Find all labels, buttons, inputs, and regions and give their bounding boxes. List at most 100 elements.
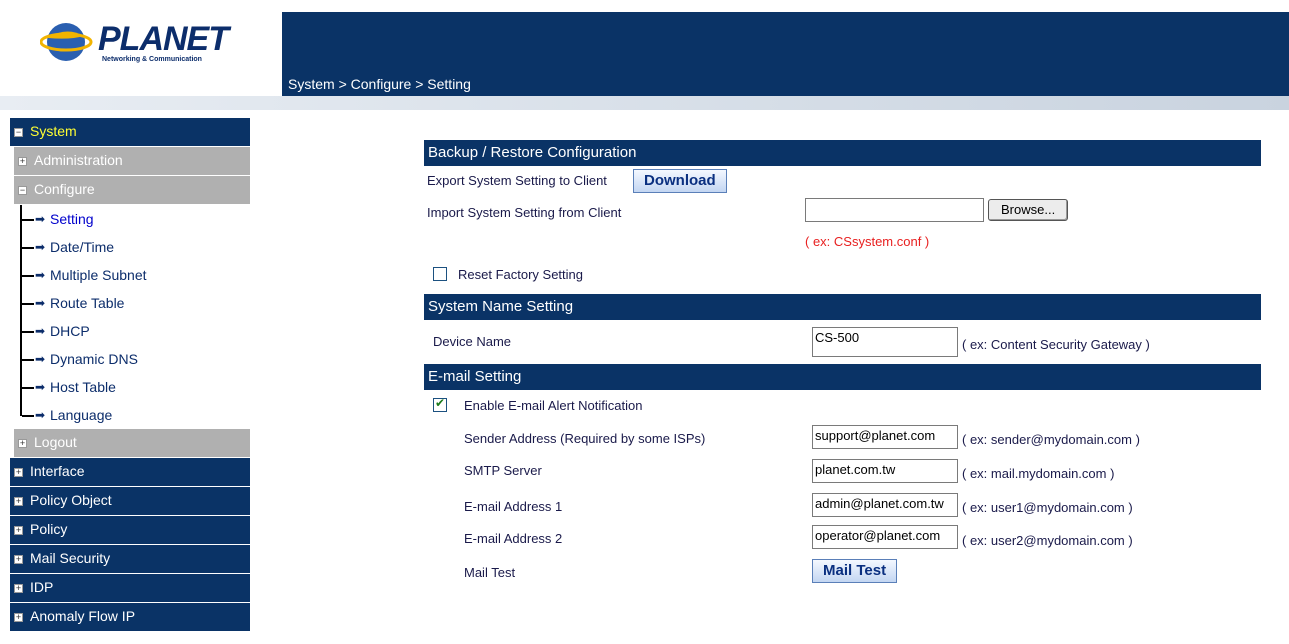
sidebar-subitem-language[interactable]: ➡ Language <box>10 401 250 429</box>
expand-icon: + <box>14 467 23 477</box>
device-name-label: Device Name <box>433 334 512 349</box>
sidebar-item-configure[interactable]: − Configure <box>14 176 250 205</box>
logo-tagline: Networking & Communication <box>102 56 202 63</box>
sidebar-subitem-label: DHCP <box>50 323 90 339</box>
smtp-row: SMTP Server planet.com.tw ( ex: mail.myd… <box>424 456 1261 490</box>
export-label: Export System Setting to Client <box>427 173 607 188</box>
sidebar-subitem-label: Setting <box>50 211 94 227</box>
import-example-hint: ( ex: CSsystem.conf ) <box>805 234 930 249</box>
enable-email-checkbox[interactable] <box>433 396 447 412</box>
sender-input[interactable]: support@planet.com <box>812 425 958 449</box>
arrow-icon: ➡ <box>35 240 46 254</box>
arrow-icon: ➡ <box>35 296 46 310</box>
sidebar-subitem-route-table[interactable]: ➡ Route Table <box>10 289 250 317</box>
addr1-row: E-mail Address 1 admin@planet.com.tw ( e… <box>424 490 1261 524</box>
arrow-icon: ➡ <box>35 324 46 338</box>
expand-icon: + <box>18 156 27 166</box>
sidebar-item-anomaly-flow-ip[interactable]: + Anomaly Flow IP <box>10 603 250 632</box>
expand-icon: + <box>14 554 23 564</box>
sidebar-item-label: Anomaly Flow IP <box>30 608 136 624</box>
sidebar-item-label: Policy <box>30 521 68 537</box>
sidebar-item-label: Configure <box>34 181 95 197</box>
arrow-icon: ➡ <box>35 212 46 226</box>
sidebar-item-label: Mail Security <box>30 550 111 566</box>
reset-factory-checkbox[interactable] <box>433 267 447 281</box>
sidebar-subitem-label: Host Table <box>50 379 116 395</box>
tree-connector <box>20 289 34 317</box>
sidebar-item-logout[interactable]: + Logout <box>14 429 250 458</box>
sidebar-item-label: Policy Object <box>30 492 112 508</box>
header-bar: System > Configure > Setting <box>282 12 1289 96</box>
mail-test-row: Mail Test Mail Test <box>424 558 1261 588</box>
mail-test-button[interactable]: Mail Test <box>812 559 898 583</box>
arrow-icon: ➡ <box>35 352 46 366</box>
sidebar-item-label: Administration <box>34 152 123 168</box>
logo-area: PLANET Networking & Communication <box>0 0 272 96</box>
sidebar-item-label: IDP <box>30 579 54 595</box>
expand-icon: + <box>14 525 23 535</box>
sidebar-subitem-label: Language <box>50 407 113 423</box>
browse-button[interactable]: Browse... <box>988 199 1069 221</box>
enable-email-label: Enable E-mail Alert Notification <box>464 398 643 413</box>
reset-row: Reset Factory Setting <box>424 258 1261 294</box>
sidebar-subitem-label: Date/Time <box>50 239 115 255</box>
section-header-backup: Backup / Restore Configuration <box>424 140 1261 166</box>
sidebar-subitem-datetime[interactable]: ➡ Date/Time <box>10 233 250 261</box>
smtp-hint: ( ex: mail.mydomain.com ) <box>962 466 1115 481</box>
sidebar-subitem-host-table[interactable]: ➡ Host Table <box>10 373 250 401</box>
sidebar-item-mail-security[interactable]: + Mail Security <box>10 545 250 574</box>
addr2-input[interactable]: operator@planet.com <box>812 525 958 549</box>
sender-row: Sender Address (Required by some ISPs) s… <box>424 424 1261 456</box>
addr1-label: E-mail Address 1 <box>464 499 563 514</box>
expand-icon: + <box>14 583 23 593</box>
sidebar: − System + Administration − Configure ➡ … <box>10 118 250 632</box>
sidebar-item-label: Logout <box>34 434 77 450</box>
globe-icon <box>40 23 93 61</box>
sidebar-item-idp[interactable]: + IDP <box>10 574 250 603</box>
tree-connector <box>20 261 34 289</box>
tree-connector <box>20 373 34 401</box>
arrow-icon: ➡ <box>35 268 46 282</box>
addr2-label: E-mail Address 2 <box>464 531 563 546</box>
export-row: Export System Setting to Client Download <box>424 166 1261 196</box>
section-header-system-name: System Name Setting <box>424 294 1261 320</box>
arrow-icon: ➡ <box>35 408 46 422</box>
smtp-input[interactable]: planet.com.tw <box>812 459 958 483</box>
sidebar-item-administration[interactable]: + Administration <box>14 147 250 176</box>
sidebar-item-label: System <box>30 123 77 139</box>
header-strip <box>0 96 1289 110</box>
expand-icon: + <box>18 438 27 448</box>
tree-connector <box>20 345 34 373</box>
import-file-input[interactable] <box>805 198 984 222</box>
sidebar-subitem-dynamic-dns[interactable]: ➡ Dynamic DNS <box>10 345 250 373</box>
logo-wordmark: PLANET <box>98 20 229 58</box>
main-panel: Backup / Restore Configuration Export Sy… <box>424 140 1261 588</box>
sidebar-item-system[interactable]: − System <box>10 118 250 147</box>
sidebar-subitem-label: Route Table <box>50 295 125 311</box>
addr2-row: E-mail Address 2 operator@planet.com ( e… <box>424 524 1261 558</box>
enable-email-row: Enable E-mail Alert Notification <box>424 390 1261 424</box>
tree-connector <box>20 401 34 417</box>
tree-connector <box>20 317 34 345</box>
sidebar-item-policy[interactable]: + Policy <box>10 516 250 545</box>
download-button[interactable]: Download <box>633 169 727 193</box>
addr2-hint: ( ex: user2@mydomain.com ) <box>962 533 1133 548</box>
import-example-row: ( ex: CSsystem.conf ) <box>424 228 1261 258</box>
sender-label: Sender Address (Required by some ISPs) <box>464 431 706 446</box>
device-name-input[interactable]: CS-500 <box>812 327 958 357</box>
addr1-input[interactable]: admin@planet.com.tw <box>812 493 958 517</box>
sidebar-subitem-multiple-subnet[interactable]: ➡ Multiple Subnet <box>10 261 250 289</box>
smtp-label: SMTP Server <box>464 463 542 478</box>
planet-logo: PLANET Networking & Communication <box>40 18 240 66</box>
sidebar-item-policy-object[interactable]: + Policy Object <box>10 487 250 516</box>
import-row: Import System Setting from Client Browse… <box>424 196 1261 228</box>
device-name-row: Device Name CS-500 ( ex: Content Securit… <box>424 320 1261 364</box>
reset-factory-label: Reset Factory Setting <box>458 267 583 282</box>
expand-icon: + <box>14 496 23 506</box>
import-label: Import System Setting from Client <box>427 205 622 220</box>
addr1-hint: ( ex: user1@mydomain.com ) <box>962 500 1133 515</box>
sidebar-item-interface[interactable]: + Interface <box>10 458 250 487</box>
sidebar-subitem-dhcp[interactable]: ➡ DHCP <box>10 317 250 345</box>
device-name-hint: ( ex: Content Security Gateway ) <box>962 337 1150 352</box>
sidebar-subitem-setting[interactable]: ➡ Setting <box>10 205 250 233</box>
